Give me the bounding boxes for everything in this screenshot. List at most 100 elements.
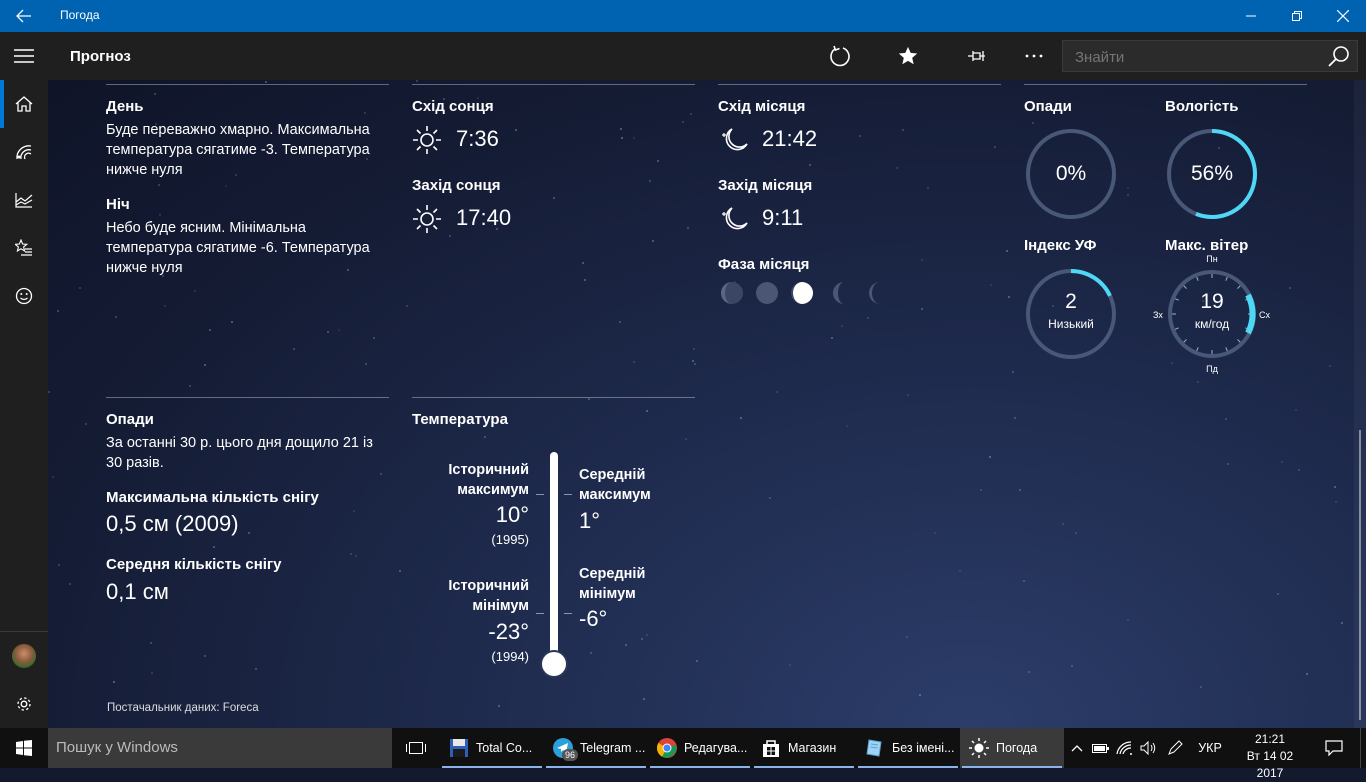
wind-west-label: Зх <box>1153 310 1163 320</box>
star-dot <box>204 364 206 366</box>
day-line: Буде переважно хмарно. Максимальна <box>106 122 370 138</box>
star-dot <box>990 284 992 286</box>
search-box[interactable] <box>1062 40 1358 72</box>
star-dot <box>194 290 196 292</box>
moon-phase-icon <box>756 282 778 304</box>
star-dot <box>694 363 696 365</box>
smiley-icon <box>15 287 33 305</box>
star-dot <box>553 197 555 199</box>
nav-item-maps[interactable] <box>0 128 48 176</box>
battery-button[interactable] <box>1090 728 1112 768</box>
star-dot <box>255 668 257 670</box>
avg-max-value: 1° <box>579 508 601 533</box>
star-dot <box>1200 686 1202 688</box>
clock[interactable]: 21:21 Вт 14 02 2017 <box>1232 731 1308 782</box>
star-dot <box>364 112 366 114</box>
task-view-button[interactable] <box>394 728 438 768</box>
compass-tick <box>1237 339 1241 343</box>
moon-phase-label: Фаза місяця <box>718 256 810 273</box>
thermometer-tick <box>564 494 572 495</box>
restore-button[interactable] <box>1274 0 1320 32</box>
star-dot <box>399 570 401 572</box>
star-dot <box>1329 365 1331 367</box>
star-dot <box>1197 381 1199 383</box>
paint-icon <box>864 737 886 759</box>
nav-item-favorites[interactable] <box>0 224 48 272</box>
star-dot <box>231 321 233 323</box>
divider <box>718 84 1001 85</box>
wifi-icon <box>1116 741 1132 755</box>
star-dot <box>1032 122 1034 124</box>
nav-item-forecast[interactable] <box>0 80 48 128</box>
account-button[interactable] <box>0 632 48 680</box>
taskbar-app-store[interactable]: Магазин <box>752 728 856 768</box>
back-button[interactable] <box>0 0 48 32</box>
close-button[interactable] <box>1320 0 1366 32</box>
show-desktop-button[interactable] <box>1360 728 1366 768</box>
taskbar-app-total-commander[interactable]: Total Co... <box>440 728 544 768</box>
pin-icon <box>968 51 985 61</box>
side-nav <box>0 80 48 728</box>
star-dot <box>327 331 329 333</box>
start-button[interactable] <box>0 728 48 768</box>
taskbar-app-chrome[interactable]: Редагува... <box>648 728 752 768</box>
favorite-button[interactable] <box>884 32 932 80</box>
star-dot <box>350 553 352 555</box>
more-options-button[interactable] <box>1010 32 1058 80</box>
star-dot <box>693 348 695 350</box>
pen-button[interactable] <box>1164 728 1186 768</box>
action-center-button[interactable] <box>1316 728 1352 768</box>
star-dot <box>1062 523 1064 525</box>
avg-min-label-line: Середній <box>579 566 646 582</box>
taskbar-app-paint[interactable]: Без імені... <box>856 728 960 768</box>
home-icon <box>15 96 33 112</box>
hamburger-icon <box>14 49 34 63</box>
star-dot <box>1008 296 1010 298</box>
star-dot <box>641 638 643 640</box>
star-dot <box>1012 371 1014 373</box>
taskbar-app-weather[interactable]: Погода <box>960 728 1064 768</box>
star-dot <box>213 546 215 548</box>
max-snow-value: 0,5 см (2009) <box>106 511 239 536</box>
star-dot <box>79 287 81 289</box>
search-input[interactable] <box>1073 46 1317 68</box>
pin-button[interactable] <box>952 32 1000 80</box>
chart-icon <box>15 193 33 208</box>
hist-max-year: (1995) <box>491 532 529 547</box>
minimize-button[interactable] <box>1228 0 1274 32</box>
wind-east-label: Сх <box>1259 310 1270 320</box>
show-hidden-icons-button[interactable] <box>1066 728 1088 768</box>
telegram-badge: 96 <box>562 749 579 761</box>
volume-button[interactable] <box>1138 728 1160 768</box>
network-button[interactable] <box>1114 728 1136 768</box>
moonrise-time: 21:42 <box>762 126 818 151</box>
scrollbar-track[interactable] <box>1354 80 1366 728</box>
input-language-button[interactable]: УКР <box>1190 728 1230 768</box>
taskbar-search[interactable]: Пошук у Windows <box>48 728 392 768</box>
settings-button[interactable] <box>0 680 48 728</box>
search-icon[interactable] <box>1327 45 1351 69</box>
thermometer-tick <box>564 613 572 614</box>
hist-max-value: 10° <box>495 502 529 527</box>
star-dot <box>380 473 382 475</box>
wind-south-label: Пд <box>1206 364 1218 374</box>
day-description: Буде переважно хмарно. Максимальна темпе… <box>106 120 370 180</box>
star-dot <box>1281 461 1283 463</box>
taskbar-app-telegram[interactable]: 96 Telegram ... <box>544 728 648 768</box>
taskbar-search-placeholder: Пошук у Windows <box>56 739 178 756</box>
nav-item-feedback[interactable] <box>0 272 48 320</box>
star-dot <box>416 80 418 82</box>
scrollbar-thumb[interactable] <box>1359 430 1361 720</box>
star-dot <box>682 121 684 123</box>
refresh-button[interactable] <box>816 32 864 80</box>
avg-min-value: -6° <box>579 606 608 631</box>
gear-icon <box>17 697 31 711</box>
star-dot <box>1075 532 1077 534</box>
star-dot <box>1019 489 1021 491</box>
hamburger-menu-button[interactable] <box>0 32 48 80</box>
star-dot <box>353 510 355 512</box>
star-dot <box>980 489 982 491</box>
star-dot <box>867 317 869 319</box>
nav-item-historical[interactable] <box>0 176 48 224</box>
refresh-icon <box>830 45 850 67</box>
